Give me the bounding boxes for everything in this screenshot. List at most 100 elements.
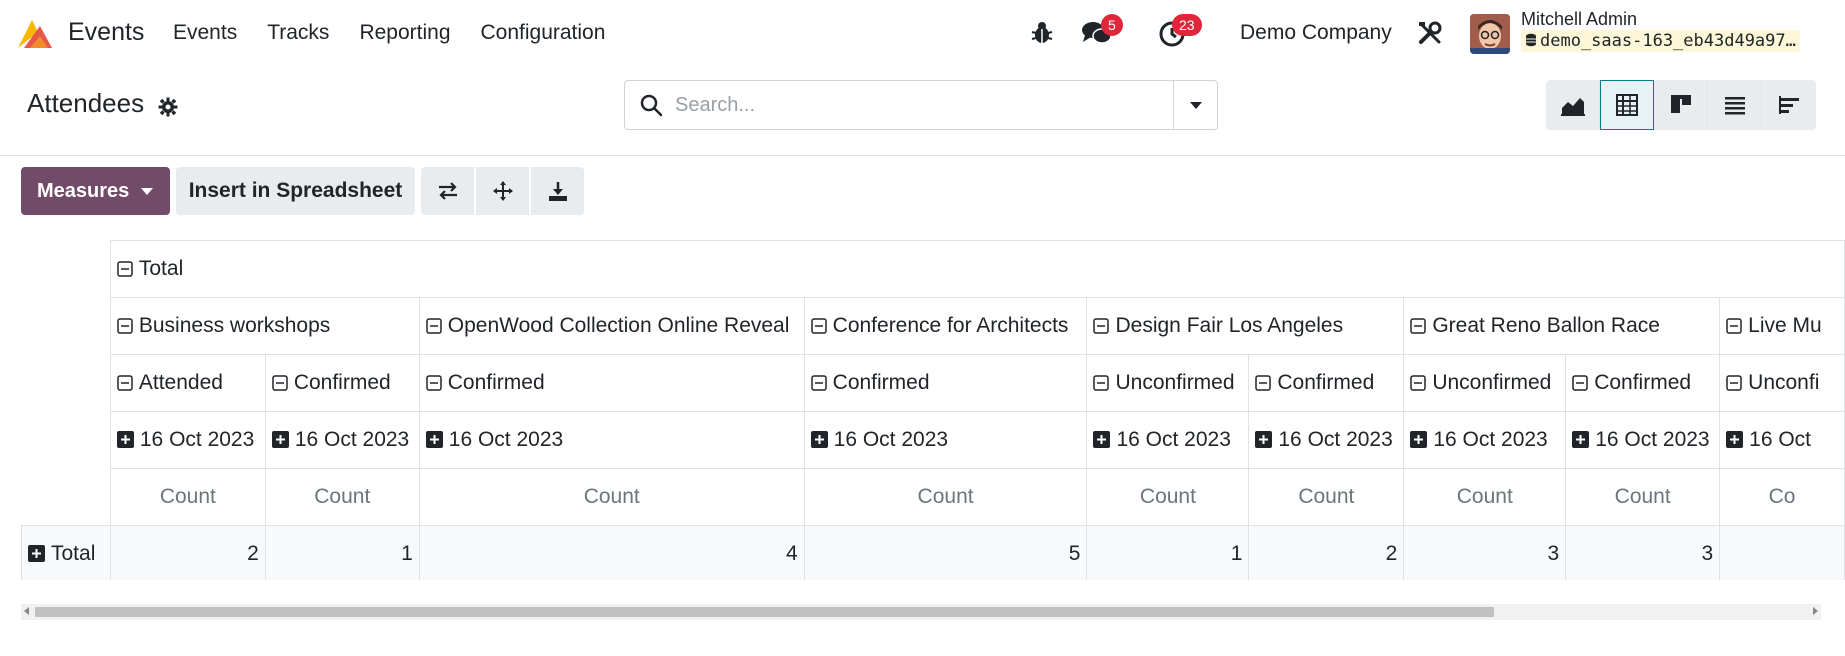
pivot-date-header[interactable]: 16 Oct 2023 — [1248, 411, 1405, 469]
pivot-cell[interactable]: 2 — [1248, 525, 1405, 580]
menu-item-events[interactable]: Events — [173, 21, 237, 45]
minus-square-icon — [1255, 375, 1272, 391]
pivot-col-total-header[interactable]: Total — [109, 240, 1845, 298]
pivot-table: Total Business workshops OpenWood Collec… — [21, 240, 1845, 580]
horizontal-scrollbar[interactable] — [21, 604, 1821, 620]
user-avatar[interactable] — [1470, 14, 1510, 54]
database-icon — [1526, 33, 1536, 47]
view-gantt-button[interactable] — [1762, 80, 1816, 130]
pivot-cell[interactable]: 3 — [1565, 525, 1721, 580]
pivot-cell[interactable]: 1 — [264, 525, 420, 580]
pivot-cell[interactable]: 5 — [803, 525, 1088, 580]
database-name-text: demo_saas-163_eb43d49a97… — [1540, 31, 1796, 51]
scroll-right-arrow-icon[interactable] — [1813, 607, 1818, 615]
plus-square-icon — [1255, 431, 1273, 448]
scrollbar-thumb[interactable] — [35, 607, 1494, 617]
flip-axis-button[interactable] — [421, 167, 474, 215]
pivot-date-header[interactable]: 16 Oct 2023 — [418, 411, 805, 469]
pivot-measure-header[interactable]: Count — [1086, 468, 1250, 526]
pivot-event-header[interactable]: Conference for Architects — [803, 297, 1088, 355]
view-graph-button[interactable] — [1546, 80, 1600, 130]
arrows-expand-icon — [492, 181, 513, 201]
pivot-measure-header[interactable]: Count — [1248, 468, 1405, 526]
pivot-measure-header[interactable]: Count — [109, 468, 266, 526]
app-name[interactable]: Events — [68, 18, 144, 47]
pivot-cell[interactable]: 4 — [418, 525, 805, 580]
pivot-measure-header[interactable]: Co — [1719, 468, 1845, 526]
pivot-status-header[interactable]: Confirmed — [1248, 354, 1405, 412]
minus-square-icon — [426, 375, 442, 391]
plus-square-icon — [1726, 431, 1744, 448]
search-input[interactable] — [675, 91, 1145, 119]
insert-in-spreadsheet-button[interactable]: Insert in Spreadsheet — [176, 167, 415, 215]
minus-square-icon — [1410, 375, 1427, 391]
pivot-status-header[interactable]: Confirmed — [1565, 354, 1721, 412]
pivot-event-header[interactable]: OpenWood Collection Online Reveal — [418, 297, 805, 355]
debug-bug-icon[interactable] — [1030, 20, 1054, 46]
company-switcher[interactable]: Demo Company — [1240, 21, 1392, 45]
pivot-status-header[interactable]: Unconfi — [1719, 354, 1845, 412]
pivot-cell[interactable]: 3 — [1403, 525, 1567, 580]
minus-square-icon — [272, 375, 288, 391]
pivot-cell[interactable]: 1 — [1086, 525, 1250, 580]
minus-square-icon — [1572, 375, 1588, 391]
minus-square-icon — [1726, 318, 1742, 334]
pivot-row-total-header[interactable]: Total — [21, 525, 111, 580]
minus-square-icon — [1410, 318, 1427, 334]
pivot-date-header[interactable]: 16 Oct 2023 — [264, 411, 420, 469]
user-name[interactable]: Mitchell Admin — [1521, 9, 1637, 30]
scroll-left-arrow-icon[interactable] — [24, 607, 29, 615]
control-panel: Attendees — [0, 66, 1845, 156]
download-xlsx-button[interactable] — [531, 167, 584, 215]
measures-button[interactable]: Measures — [21, 167, 170, 215]
pivot-status-header[interactable]: Confirmed — [418, 354, 805, 412]
download-icon — [548, 182, 567, 201]
app-logo-icon[interactable] — [16, 16, 54, 50]
gear-icon[interactable] — [158, 97, 178, 117]
database-name: demo_saas-163_eb43d49a97… — [1521, 30, 1800, 52]
pivot-status-header[interactable]: Attended — [109, 354, 266, 412]
view-list-button[interactable] — [1708, 80, 1762, 130]
search-icon — [640, 94, 663, 117]
pivot-event-header[interactable]: Great Reno Ballon Race — [1403, 297, 1721, 355]
pivot-date-header[interactable]: 16 Oct 2023 — [1565, 411, 1721, 469]
pivot-measure-header[interactable]: Count — [264, 468, 420, 526]
tools-icon[interactable] — [1417, 20, 1443, 46]
exchange-icon — [438, 182, 457, 200]
pivot-status-header[interactable]: Unconfirmed — [1403, 354, 1567, 412]
plus-square-icon — [271, 431, 289, 448]
pivot-measure-header[interactable]: Count — [803, 468, 1088, 526]
pivot-status-header[interactable]: Confirmed — [803, 354, 1088, 412]
pivot-status-header[interactable]: Confirmed — [264, 354, 420, 412]
view-pivot-button[interactable] — [1600, 80, 1654, 130]
gantt-icon — [1779, 96, 1799, 114]
minus-square-icon — [117, 375, 133, 391]
pivot-corner — [21, 411, 111, 469]
pivot-date-header[interactable]: 16 Oct 2023 — [803, 411, 1088, 469]
avatar-face-icon — [1470, 14, 1510, 54]
search-options-toggle[interactable] — [1173, 81, 1217, 129]
plus-square-icon — [425, 431, 443, 448]
pivot-event-header[interactable]: Design Fair Los Angeles — [1086, 297, 1405, 355]
pivot-date-header[interactable]: 16 Oct 2023 — [1086, 411, 1250, 469]
pivot-event-header[interactable]: Business workshops — [109, 297, 420, 355]
expand-all-button[interactable] — [476, 167, 529, 215]
plus-square-icon — [116, 431, 134, 448]
pivot-cell[interactable]: 2 — [109, 525, 266, 580]
pivot-event-header[interactable]: Live Mu — [1719, 297, 1845, 355]
pivot-cell[interactable] — [1719, 525, 1845, 580]
menu-item-configuration[interactable]: Configuration — [481, 21, 606, 45]
pivot-measure-header[interactable]: Count — [1403, 468, 1567, 526]
pivot-date-header[interactable]: 16 Oct 2023 — [109, 411, 266, 469]
menu-item-reporting[interactable]: Reporting — [359, 21, 450, 45]
menu-item-tracks[interactable]: Tracks — [267, 21, 329, 45]
pivot-date-header[interactable]: 16 Oct — [1719, 411, 1845, 469]
pivot-status-header[interactable]: Unconfirmed — [1086, 354, 1250, 412]
minus-square-icon — [426, 318, 442, 334]
view-kanban-button[interactable] — [1654, 80, 1708, 130]
pivot-corner — [21, 297, 111, 355]
pivot-measure-header[interactable]: Count — [1565, 468, 1721, 526]
plus-square-icon — [1093, 431, 1111, 448]
pivot-date-header[interactable]: 16 Oct 2023 — [1403, 411, 1567, 469]
pivot-measure-header[interactable]: Count — [418, 468, 805, 526]
